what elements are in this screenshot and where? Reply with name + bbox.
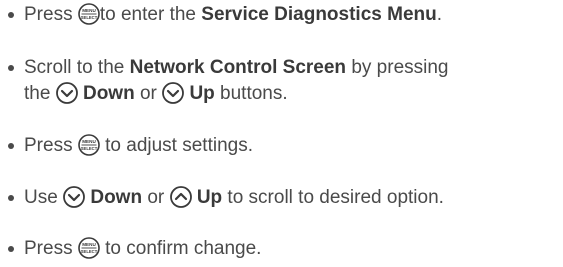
bullet <box>8 12 14 18</box>
instruction-list: Press MENU SELECT to enter the Service D… <box>0 0 563 261</box>
chevron-down-icon <box>63 186 85 216</box>
instruction-item: Press MENU SELECT to confirm change. <box>8 236 548 267</box>
text: Press <box>24 238 78 259</box>
text: Press <box>24 135 78 156</box>
svg-text:MENU: MENU <box>82 242 96 247</box>
instruction-item: Scroll to the Network Control Screen by … <box>8 55 548 112</box>
text: to enter the <box>99 4 202 25</box>
text: buttons. <box>214 83 288 104</box>
text: Use <box>24 187 64 208</box>
bullet <box>8 143 14 149</box>
text: the <box>24 83 56 104</box>
text: or <box>134 83 163 104</box>
text: or <box>142 187 170 208</box>
instruction-item: Press MENU SELECT to adjust settings. <box>8 133 548 164</box>
menu-select-button-icon: MENU SELECT <box>78 237 100 267</box>
menu-name: Service Diagnostics Menu <box>201 4 437 25</box>
text: Scroll to the <box>24 57 130 78</box>
instruction-item: Press MENU SELECT to enter the Service D… <box>8 2 548 33</box>
svg-text:SELECT: SELECT <box>81 146 98 151</box>
up-label: Up <box>196 187 223 208</box>
chevron-down-icon <box>162 82 185 112</box>
down-label: Down <box>82 83 135 104</box>
svg-text:SELECT: SELECT <box>81 249 98 254</box>
svg-text:SELECT: SELECT <box>81 15 98 20</box>
down-label: Down <box>90 187 143 208</box>
text: . <box>436 4 443 25</box>
menu-select-button-icon: MENU SELECT <box>78 3 100 33</box>
instruction-item: Use Down or Up to scroll to desired opti… <box>8 185 548 216</box>
bullet <box>8 246 14 252</box>
svg-text:MENU: MENU <box>82 8 96 13</box>
text: to scroll to desired option. <box>222 187 444 208</box>
text: by pressing <box>346 57 449 78</box>
bullet <box>8 65 14 71</box>
svg-text:MENU: MENU <box>82 139 96 144</box>
text: to adjust settings. <box>99 135 254 156</box>
bullet <box>8 195 14 201</box>
chevron-up-icon <box>169 186 192 216</box>
up-label: Up <box>189 83 215 104</box>
menu-select-button-icon: MENU SELECT <box>78 134 100 164</box>
chevron-down-icon <box>55 82 78 112</box>
text: Press <box>24 4 78 25</box>
screen-name: Network Control Screen <box>129 57 347 78</box>
text: to confirm change. <box>99 238 262 259</box>
